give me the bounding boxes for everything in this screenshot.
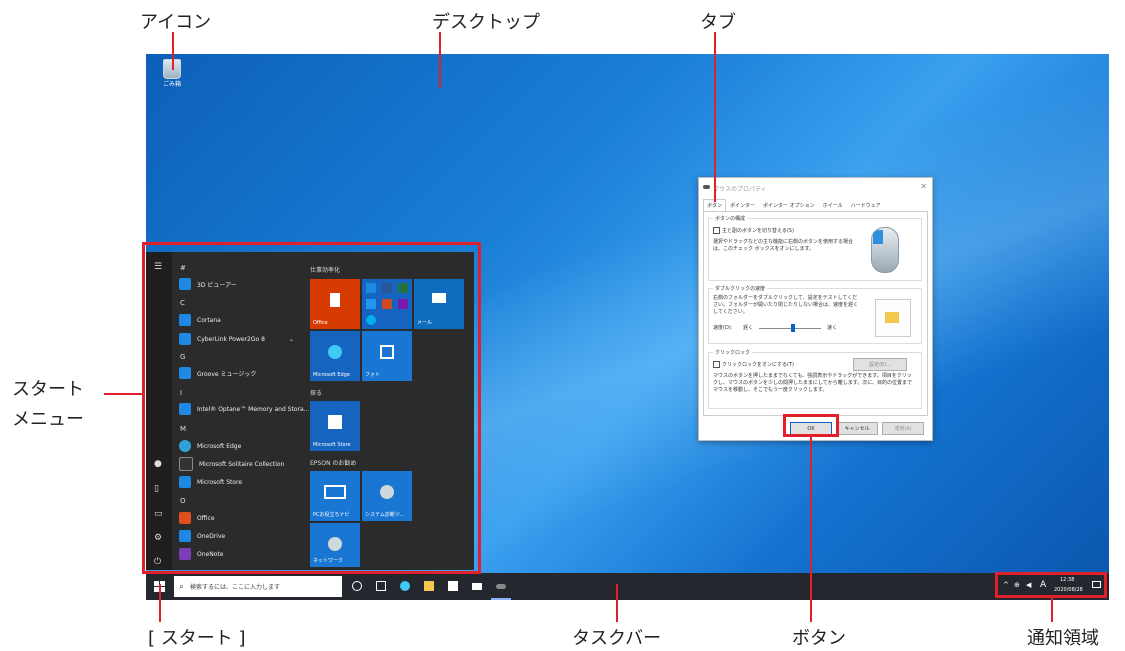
slider-thumb[interactable]: [791, 324, 795, 332]
callout-taskbar: タスクバー: [572, 628, 662, 649]
cortana-circle-icon[interactable]: [352, 581, 362, 591]
test-folder-icon[interactable]: [875, 299, 911, 337]
callout-desktop: デスクトップ: [432, 12, 540, 33]
leader-line-start-menu: [104, 393, 142, 395]
close-icon[interactable]: ✕: [920, 182, 927, 191]
tab-pane: ボタンの構成 主と副のボタンを切り替える(S) 選択やドラッグなどの主な機能に右…: [703, 211, 928, 416]
group-title: ボタンの構成: [713, 215, 748, 222]
start-menu-highlight: [142, 242, 481, 574]
mouse-icon: [703, 185, 710, 189]
double-click-group: ダブルクリックの速度 右側のフォルダーをダブルクリックして、設定をテストしてくだ…: [708, 285, 922, 344]
mail-icon[interactable]: [472, 583, 482, 590]
ok-button-highlight: [783, 414, 839, 437]
swap-buttons-checkbox[interactable]: 主と副のボタンを切り替える(S): [713, 227, 794, 235]
leader-line-start-button: [159, 584, 161, 622]
mouse-settings-icon[interactable]: [496, 584, 506, 589]
active-app-underline: [491, 598, 511, 600]
callout-start-button: [ スタート ]: [148, 628, 246, 649]
clicklock-checkbox[interactable]: クリックロックをオンにする(T): [713, 361, 794, 369]
double-click-description: 右側のフォルダーをダブルクリックして、設定をテストしてください。フォルダーが開い…: [713, 295, 859, 315]
leader-line-button: [810, 437, 812, 622]
recycle-bin-label: ごみ箱: [162, 81, 181, 88]
speed-label: 速度(D):: [713, 325, 733, 331]
clicklock-settings-button[interactable]: 設定(E)...: [853, 358, 907, 371]
task-view-icon[interactable]: [376, 581, 386, 591]
store-bag-icon[interactable]: [448, 581, 458, 591]
clicklock-group: クリックロック クリックロックをオンにする(T) 設定(E)... マウスのボタ…: [708, 349, 922, 409]
checkbox-box: [713, 361, 720, 368]
notification-area-highlight: [995, 572, 1107, 598]
button-config-group: ボタンの構成 主と副のボタンを切り替える(S) 選択やドラッグなどの主な機能に右…: [708, 215, 922, 281]
edge-icon[interactable]: [400, 581, 410, 591]
leader-line-desktop: [439, 32, 441, 88]
leader-line-tab: [714, 32, 716, 202]
speed-slider[interactable]: [759, 324, 821, 332]
callout-start-menu-1: スタート: [12, 379, 84, 400]
checkbox-box: [713, 227, 720, 234]
group-title: ダブルクリックの速度: [713, 285, 768, 292]
checkbox-label: 主と副のボタンを切り替える(S): [722, 228, 794, 234]
taskbar: ⌕ 検索するには、ここに入力します ^ ⊕ ◀ A 12:38 2020/08/…: [146, 573, 1109, 600]
cancel-button[interactable]: キャンセル: [836, 422, 878, 435]
callout-start-menu-2: メニュー: [12, 409, 84, 430]
leader-line-taskbar: [616, 584, 618, 622]
checkbox-label: クリックロックをオンにする(T): [722, 362, 795, 368]
search-box[interactable]: ⌕ 検索するには、ここに入力します: [174, 576, 342, 597]
mouse-left-button-highlight: [873, 230, 883, 244]
swap-description: 選択やドラッグなどの主な機能に右側のボタンを使用する場合は、このチェック ボック…: [713, 239, 854, 252]
file-explorer-icon[interactable]: [424, 581, 434, 591]
search-placeholder: 検索するには、ここに入力します: [190, 584, 281, 591]
fast-label: 速く: [827, 325, 838, 331]
folder-icon: [885, 312, 899, 323]
callout-button: ボタン: [792, 628, 846, 649]
search-icon: ⌕: [179, 581, 185, 592]
apply-button[interactable]: 適用(A): [882, 422, 924, 435]
dialog-title: マウスのプロパティ: [713, 186, 767, 193]
callout-icon: アイコン: [140, 12, 212, 33]
leader-line-icon: [172, 32, 174, 70]
mouse-properties-dialog: マウスのプロパティ ✕ ボタン ポインター ポインター オプション ホイール ハ…: [698, 177, 933, 441]
callout-notification-area: 通知領域: [1027, 628, 1099, 649]
clicklock-description: マウスのボタンを押したままでなくても、強調表示やドラッグができます。項目をクリッ…: [713, 373, 913, 393]
leader-line-notification: [1051, 598, 1053, 622]
slow-label: 遅く: [743, 325, 754, 331]
callout-tab: タブ: [700, 12, 736, 33]
group-title: クリックロック: [713, 349, 753, 356]
